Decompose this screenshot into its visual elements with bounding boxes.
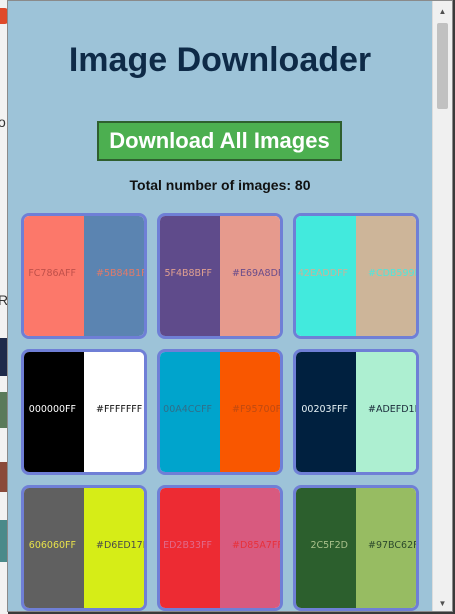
swatch-label: #E69A8DF (232, 268, 280, 279)
image-card[interactable]: 2C5F2D #97BC62F (293, 485, 419, 611)
swatch-label: 42EADDFF (297, 268, 348, 279)
swatch-label: 00203FFF (301, 404, 348, 415)
color-swatch-right: #D6ED17F (84, 488, 144, 608)
swatch-label: #D6ED17F (96, 540, 144, 551)
swatch-label: #97BC62F (368, 540, 416, 551)
color-swatch-right: #E69A8DF (220, 216, 280, 336)
swatch-label: #CDB599F (368, 268, 416, 279)
download-all-button[interactable]: Download All Images (97, 121, 342, 161)
scrollbar-thumb[interactable] (437, 23, 448, 109)
background-text-o: o (0, 114, 6, 130)
swatch-label: #ADEFD1F (368, 404, 416, 415)
color-swatch-left: 00A4CCFF (160, 352, 220, 472)
image-card[interactable]: FC786AFF #5B84B1F (21, 213, 147, 339)
image-card[interactable]: ED2B33FF #D85A7FF (157, 485, 283, 611)
image-card[interactable]: 00203FFF #ADEFD1F (293, 349, 419, 475)
color-swatch-left: 00203FFF (296, 352, 356, 472)
popup-content: Image Downloader Download All Images Tot… (8, 1, 432, 611)
swatch-label: #D85A7FF (232, 540, 280, 551)
scroll-down-icon[interactable]: ▼ (433, 595, 452, 611)
color-swatch-right: #ADEFD1F (356, 352, 416, 472)
color-swatch-right: #CDB599F (356, 216, 416, 336)
swatch-label: 5F4B8BFF (164, 268, 212, 279)
color-swatch-right: #FFFFFFF (84, 352, 144, 472)
swatch-label: #5B84B1F (96, 268, 144, 279)
color-swatch-left: 606060FF (24, 488, 84, 608)
swatch-label: #FFFFFFF (96, 404, 143, 415)
swatch-label: 606060FF (28, 540, 76, 551)
swatch-label: 00A4CCFF (163, 404, 212, 415)
swatch-label: #F95700F (232, 404, 280, 415)
color-swatch-right: #5B84B1F (84, 216, 144, 336)
image-count-label: Total number of images: 80 (129, 177, 311, 193)
image-card[interactable]: 5F4B8BFF #E69A8DF (157, 213, 283, 339)
color-swatch-left: 42EADDFF (296, 216, 356, 336)
scroll-up-icon[interactable]: ▲ (433, 3, 452, 19)
page-title: Image Downloader (68, 41, 372, 79)
color-swatch-left: FC786AFF (24, 216, 84, 336)
image-card[interactable]: 42EADDFF #CDB599F (293, 213, 419, 339)
color-swatch-right: #97BC62F (356, 488, 416, 608)
image-card[interactable]: 00A4CCFF #F95700F (157, 349, 283, 475)
image-card[interactable]: 000000FF #FFFFFFF (21, 349, 147, 475)
color-swatch-left: 2C5F2D (296, 488, 356, 608)
swatch-label: 000000FF (28, 404, 76, 415)
swatch-label: 2C5F2D (310, 540, 348, 551)
swatch-label: FC786AFF (28, 268, 76, 279)
image-card[interactable]: 606060FF #D6ED17F (21, 485, 147, 611)
popup-scrollbar[interactable]: ▲ ▼ (432, 1, 452, 611)
swatch-label: ED2B33FF (163, 540, 212, 551)
extension-popup: Image Downloader Download All Images Tot… (7, 0, 453, 612)
color-swatch-left: ED2B33FF (160, 488, 220, 608)
color-swatch-left: 000000FF (24, 352, 84, 472)
color-swatch-left: 5F4B8BFF (160, 216, 220, 336)
color-swatch-right: #F95700F (220, 352, 280, 472)
color-swatch-right: #D85A7FF (220, 488, 280, 608)
